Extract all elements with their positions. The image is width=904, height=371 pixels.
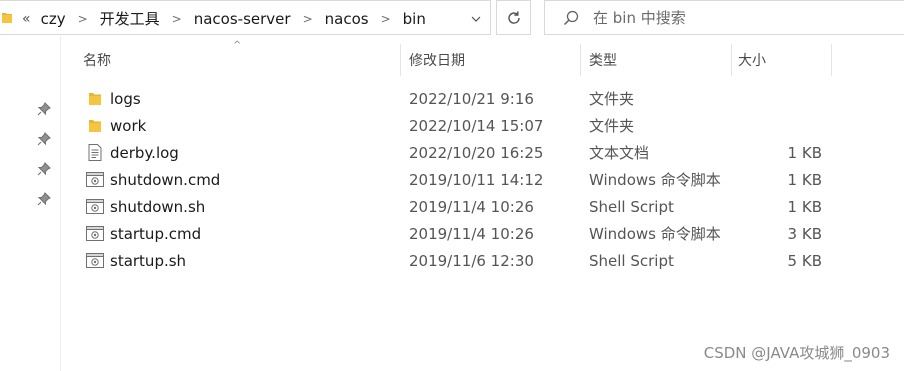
file-size: 5 KB — [787, 251, 822, 270]
breadcrumb-item[interactable]: nacos-server — [194, 10, 291, 28]
file-name[interactable]: derby.log — [110, 139, 179, 166]
column-header: ^ 名称 修改日期 类型 大小 — [60, 40, 904, 76]
file-size: 1 KB — [787, 197, 822, 216]
pin-icon[interactable] — [37, 102, 51, 116]
script-file-icon — [86, 247, 104, 274]
file-modified-date: 2019/11/4 10:26 — [409, 197, 534, 216]
file-type: Shell Script — [589, 197, 674, 216]
folder-icon — [86, 85, 104, 112]
column-divider[interactable] — [400, 44, 401, 76]
breadcrumb: « czy > 开发工具 > nacos-server > nacos > bi… — [22, 1, 426, 36]
column-divider[interactable] — [831, 44, 832, 76]
breadcrumb-item[interactable]: czy — [41, 10, 66, 28]
script-file-icon — [86, 166, 104, 193]
chevron-right-icon[interactable]: > — [172, 12, 182, 26]
file-size — [760, 112, 822, 139]
file-type: 文本文档 — [589, 144, 650, 162]
chevron-right-icon[interactable]: > — [303, 12, 313, 26]
file-name[interactable]: startup.cmd — [110, 220, 201, 247]
navigation-pane — [0, 36, 61, 371]
search-box[interactable] — [544, 0, 904, 35]
column-date-header[interactable]: 修改日期 — [409, 44, 579, 76]
column-divider[interactable] — [731, 44, 732, 76]
file-name[interactable]: shutdown.cmd — [110, 166, 220, 193]
search-input[interactable] — [593, 1, 893, 34]
overflow-chevron-icon[interactable]: « — [22, 11, 31, 27]
file-modified-date: 2022/10/21 9:16 — [409, 89, 534, 108]
file-name[interactable]: logs — [110, 85, 141, 112]
file-list: logs 2022/10/21 9:16 文件夹 work 2022/10/14 15:… — [60, 85, 904, 274]
toolbar: « czy > 开发工具 > nacos-server > nacos > bi… — [0, 0, 904, 36]
refresh-button[interactable] — [496, 0, 531, 35]
breadcrumb-item[interactable]: nacos — [325, 10, 369, 28]
column-divider[interactable] — [580, 44, 581, 76]
chevron-down-icon[interactable] — [462, 1, 490, 36]
file-modified-date: 2019/11/4 10:26 — [409, 224, 534, 243]
pin-icon[interactable] — [37, 132, 51, 146]
column-size-header[interactable]: 大小 — [738, 44, 828, 76]
file-row[interactable]: shutdown.cmd 2019/10/11 14:12 Windows 命令脚本… — [60, 166, 904, 193]
watermark: CSDN @JAVA攻城狮_0903 — [703, 344, 890, 362]
column-type-header[interactable]: 类型 — [589, 44, 729, 76]
file-size: 1 KB — [787, 143, 822, 162]
file-name[interactable]: startup.sh — [110, 247, 186, 274]
breadcrumb-item[interactable]: bin — [403, 10, 426, 28]
file-modified-date: 2022/10/14 15:07 — [409, 116, 544, 135]
file-size: 3 KB — [787, 224, 822, 243]
file-modified-date: 2019/11/6 12:30 — [409, 251, 534, 270]
file-type: 文件夹 — [589, 117, 635, 135]
search-icon — [563, 10, 579, 26]
file-row[interactable]: startup.cmd 2019/11/4 10:26 Windows 命令脚本 3 … — [60, 220, 904, 247]
file-size: 1 KB — [787, 170, 822, 189]
chevron-right-icon[interactable]: > — [78, 12, 88, 26]
text-file-icon — [86, 139, 104, 166]
column-name-header[interactable]: 名称 — [83, 44, 399, 76]
file-row[interactable]: derby.log 2022/10/20 16:25 文本文档 1 KB — [60, 139, 904, 166]
file-type: Shell Script — [589, 251, 674, 270]
refresh-icon — [507, 11, 520, 24]
file-type: Windows 命令脚本 — [589, 225, 721, 243]
address-bar[interactable]: « czy > 开发工具 > nacos-server > nacos > bi… — [0, 0, 491, 35]
file-row[interactable]: logs 2022/10/21 9:16 文件夹 — [60, 85, 904, 112]
file-row[interactable]: shutdown.sh 2019/11/4 10:26 Shell Script 1 … — [60, 193, 904, 220]
chevron-right-icon[interactable]: > — [381, 12, 391, 26]
pin-icon[interactable] — [37, 162, 51, 176]
file-name[interactable]: work — [110, 112, 146, 139]
folder-icon — [2, 13, 12, 23]
file-modified-date: 2022/10/20 16:25 — [409, 143, 544, 162]
pin-icon[interactable] — [37, 192, 51, 206]
file-row[interactable]: work 2022/10/14 15:07 文件夹 — [60, 112, 904, 139]
file-modified-date: 2019/10/11 14:12 — [409, 170, 544, 189]
folder-icon — [86, 112, 104, 139]
script-file-icon — [86, 220, 104, 247]
file-name[interactable]: shutdown.sh — [110, 193, 205, 220]
breadcrumb-item[interactable]: 开发工具 — [100, 8, 160, 29]
file-type: Windows 命令脚本 — [589, 171, 721, 189]
file-type: 文件夹 — [589, 90, 635, 108]
file-size — [760, 85, 822, 112]
script-file-icon — [86, 193, 104, 220]
file-row[interactable]: startup.sh 2019/11/6 12:30 Shell Script 5 K… — [60, 247, 904, 274]
